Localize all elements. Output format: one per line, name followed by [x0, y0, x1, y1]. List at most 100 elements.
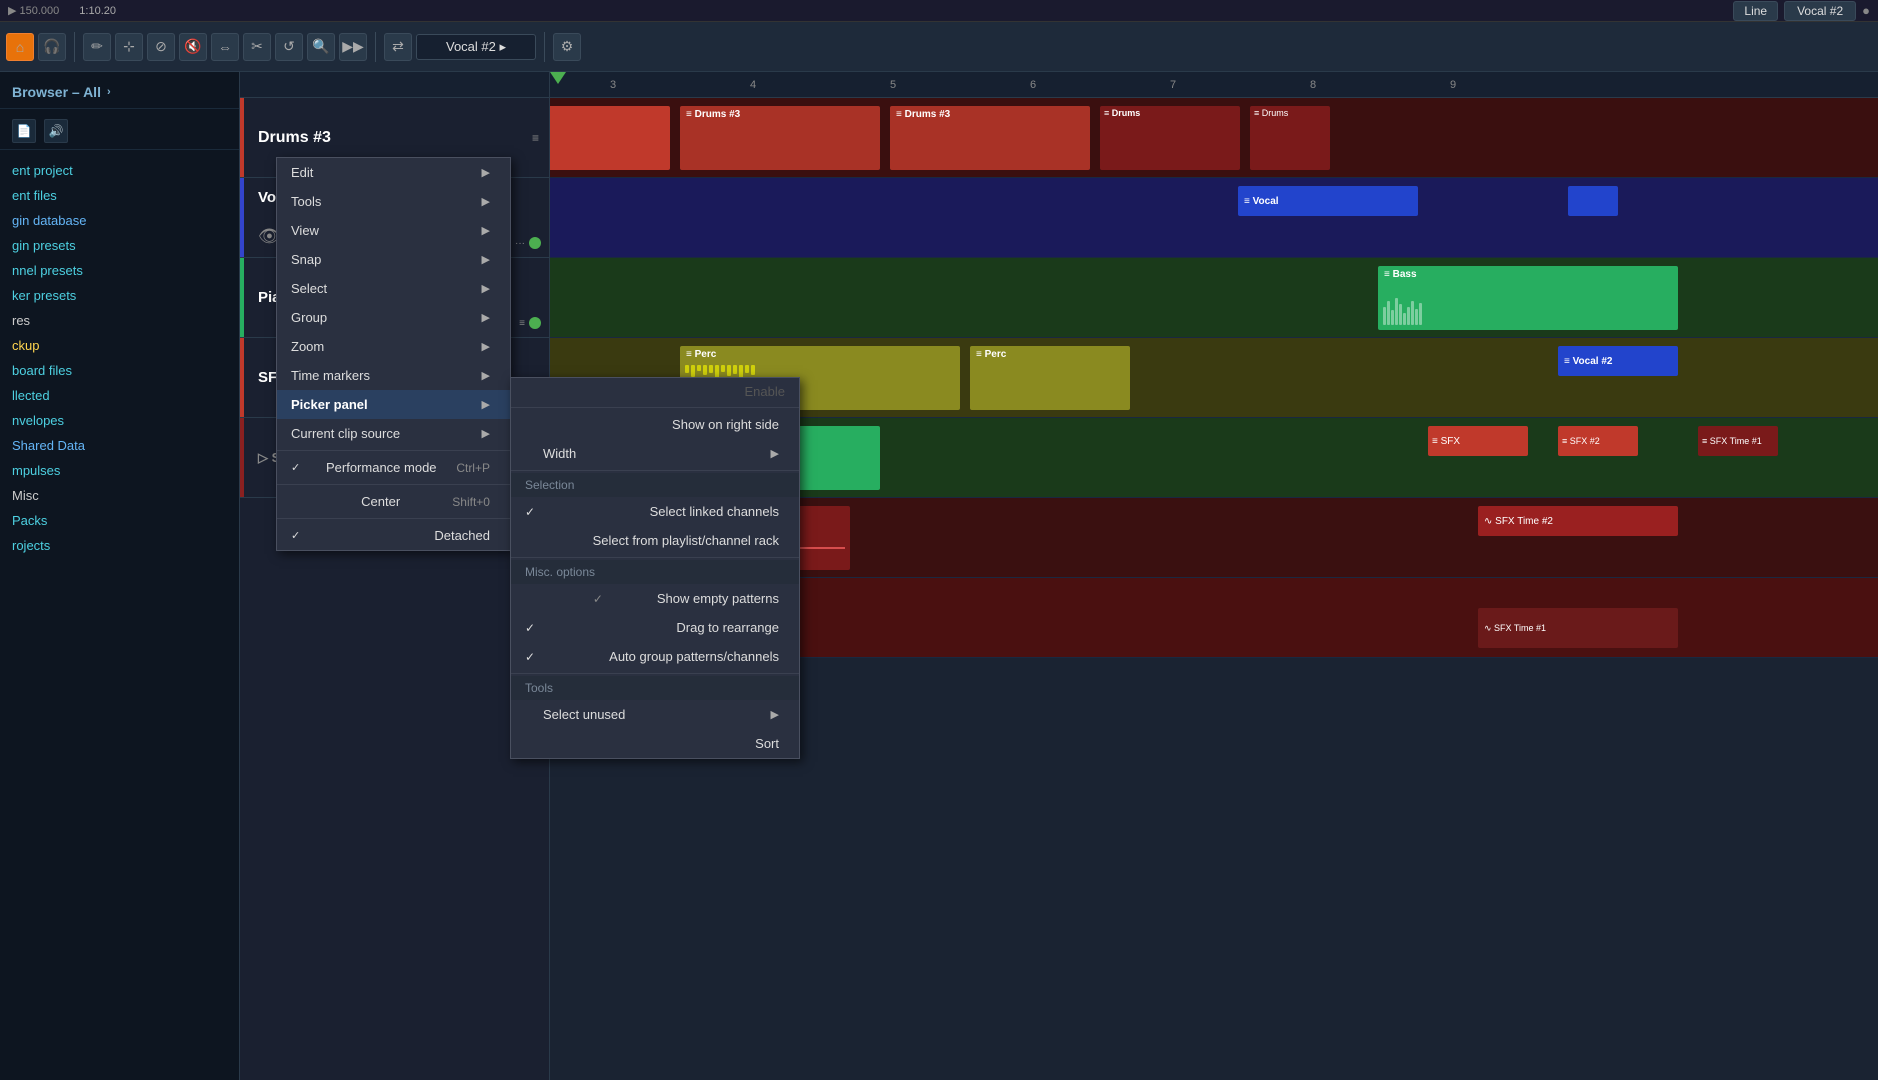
clip-vocal2[interactable]: ≡ Vocal #2 — [1558, 346, 1678, 376]
sidebar-item-current-project[interactable]: ent project — [0, 158, 239, 183]
menu-current-clip-source[interactable]: Current clip source ▶ — [277, 419, 510, 448]
sidebar-item-shared-data[interactable]: Shared Data — [0, 433, 239, 458]
slip-button[interactable]: ⇔ — [211, 33, 239, 61]
clip-sfxtime[interactable]: ≡ SFX Time #1 — [1698, 426, 1778, 456]
sidebar-header: Browser – All › — [0, 80, 239, 109]
submenu-show-empty-patterns[interactable]: ✓ Show empty patterns — [511, 584, 799, 613]
clip-drums-2[interactable]: ≡ Drums #3 — [680, 106, 880, 170]
menu-zoom[interactable]: Zoom ▶ — [277, 332, 510, 361]
sidebar-item-backup[interactable]: ckup — [0, 333, 239, 358]
separator-3 — [277, 518, 510, 519]
mode-selector[interactable]: Line — [1733, 1, 1778, 21]
eraser-button[interactable]: ⊘ — [147, 33, 175, 61]
arrow-right-icon: ▶ — [482, 340, 490, 353]
mute-button[interactable]: 🔇 — [179, 33, 207, 61]
sub-separator-3 — [511, 557, 799, 558]
submenu-show-on-right-side[interactable]: Show on right side — [511, 410, 799, 439]
clip-sfxtime-3[interactable]: ∿ SFX Time #1 — [1478, 608, 1678, 648]
menu-snap[interactable]: Snap ▶ — [277, 245, 510, 274]
sidebar-item-packs[interactable]: Packs — [0, 508, 239, 533]
sidebar-icon-row: 📄 🔊 — [0, 113, 239, 150]
check-icon: ✓ — [525, 621, 535, 635]
arrow-right-icon: ▶ — [771, 447, 779, 460]
sidebar-icon-doc[interactable]: 📄 — [12, 119, 36, 143]
menu-tools[interactable]: Tools ▶ — [277, 187, 510, 216]
sidebar-item-scores[interactable]: res — [0, 308, 239, 333]
clip-drums-4[interactable]: ≡ Drums — [1100, 106, 1240, 170]
clip-sfx-2[interactable]: ≡ SFX #2 — [1558, 426, 1638, 456]
arrow-right-icon: ▶ — [482, 224, 490, 237]
top-menu-item[interactable]: ▶ 150.000 — [8, 4, 59, 17]
track-name-display: Vocal #2 ▸ — [416, 34, 536, 60]
sidebar-icon-speaker[interactable]: 🔊 — [44, 119, 68, 143]
clip-drums-3[interactable]: ≡ Drums #3 — [890, 106, 1090, 170]
menu-performance-mode[interactable]: ✓ Performance mode Ctrl+P — [277, 453, 510, 482]
comp-button[interactable]: ▶▶ — [339, 33, 367, 61]
separator-2 — [277, 484, 510, 485]
menu-detached[interactable]: ✓ Detached — [277, 521, 510, 550]
submenu-width[interactable]: Width ▶ — [511, 439, 799, 468]
clip-vocal-2[interactable] — [1568, 186, 1618, 216]
position-display: 1:10.20 — [79, 5, 116, 17]
arrow-right-icon: ▶ — [482, 195, 490, 208]
arrow-right-icon: ▶ — [482, 253, 490, 266]
sub-separator-2 — [511, 470, 799, 471]
submenu-select-unused[interactable]: Select unused ▶ — [511, 700, 799, 729]
sidebar-item-clipboard[interactable]: board files — [0, 358, 239, 383]
loop-button[interactable]: ↺ — [275, 33, 303, 61]
menu-edit[interactable]: Edit ▶ — [277, 158, 510, 187]
check-icon: ✓ — [291, 529, 300, 542]
picker-panel-submenu: Enable Show on right side Width ▶ Select… — [510, 377, 800, 759]
select-button[interactable]: ⊹ — [115, 33, 143, 61]
primary-context-menu: Edit ▶ Tools ▶ View ▶ Snap ▶ Select ▶ Gr… — [276, 157, 511, 551]
sidebar-item-projects[interactable]: rojects — [0, 533, 239, 558]
settings-button[interactable]: ⚙ — [553, 33, 581, 61]
sidebar-item-channel-presets[interactable]: nnel presets — [0, 258, 239, 283]
submenu-section-tools: Tools — [511, 676, 799, 700]
submenu-auto-group[interactable]: ✓ Auto group patterns/channels — [511, 642, 799, 671]
zoom-button[interactable]: 🔍 — [307, 33, 335, 61]
menu-select[interactable]: Select ▶ — [277, 274, 510, 303]
sidebar-item-current-files[interactable]: ent files — [0, 183, 239, 208]
clip-bass[interactable]: ≡ Bass — [1378, 266, 1678, 330]
menu-center[interactable]: Center Shift+0 — [277, 487, 510, 516]
sidebar-title: Browser – All — [12, 84, 101, 100]
check-icon: ✓ — [525, 505, 535, 519]
swap-button[interactable]: ⇄ — [384, 33, 412, 61]
submenu-select-linked-channels[interactable]: ✓ Select linked channels — [511, 497, 799, 526]
sidebar-item-plugin-presets[interactable]: gin presets — [0, 233, 239, 258]
second-toolbar: ⌂ 🎧 ✏ ⊹ ⊘ 🔇 ⇔ ✂ ↺ 🔍 ▶▶ ⇄ Vocal #2 ▸ ⚙ — [0, 22, 1878, 72]
clip-vocal-1[interactable]: ≡ Vocal — [1238, 186, 1418, 216]
clip-sfxtime-2[interactable]: ∿ SFX Time #2 — [1478, 506, 1678, 536]
submenu-drag-to-rearrange[interactable]: ✓ Drag to rearrange — [511, 613, 799, 642]
clip-perc-2[interactable]: ≡ Perc — [970, 346, 1130, 410]
check-icon: ✓ — [525, 650, 535, 664]
sidebar-item-plugin-database[interactable]: gin database — [0, 208, 239, 233]
clip-sfx-1[interactable]: ≡ SFX — [1428, 426, 1528, 456]
submenu-select-from-playlist[interactable]: Select from playlist/channel rack — [511, 526, 799, 555]
menu-time-markers[interactable]: Time markers ▶ — [277, 361, 510, 390]
sub-separator-4 — [511, 673, 799, 674]
sidebar-item-envelopes[interactable]: nvelopes — [0, 408, 239, 433]
left-sidebar: Browser – All › 📄 🔊 ent project ent file… — [0, 72, 240, 1080]
sidebar-item-impulses[interactable]: mpulses — [0, 458, 239, 483]
home-button[interactable]: ⌂ — [6, 33, 34, 61]
submenu-sort[interactable]: Sort — [511, 729, 799, 758]
menu-group[interactable]: Group ▶ — [277, 303, 510, 332]
separator-1 — [277, 450, 510, 451]
drums-icon1: ≡ — [532, 131, 539, 145]
pencil-button[interactable]: ✏ — [83, 33, 111, 61]
menu-picker-panel[interactable]: Picker panel ▶ — [277, 390, 510, 419]
sidebar-item-collected[interactable]: llected — [0, 383, 239, 408]
submenu-section-selection: Selection — [511, 473, 799, 497]
headphones-button[interactable]: 🎧 — [38, 33, 66, 61]
sidebar-item-misc[interactable]: Misc — [0, 483, 239, 508]
arrow-right-icon: ▶ — [482, 311, 490, 324]
slice-button[interactable]: ✂ — [243, 33, 271, 61]
menu-view[interactable]: View ▶ — [277, 216, 510, 245]
clip-drums-5[interactable]: ≡ Drums — [1250, 106, 1330, 170]
top-toolbar: ▶ 150.000 1:10.20 Line Vocal #2 ● — [0, 0, 1878, 22]
track-selector[interactable]: Vocal #2 — [1784, 1, 1856, 21]
sidebar-item-mixer-presets[interactable]: ker presets — [0, 283, 239, 308]
arrow-right-icon: ▶ — [482, 166, 490, 179]
